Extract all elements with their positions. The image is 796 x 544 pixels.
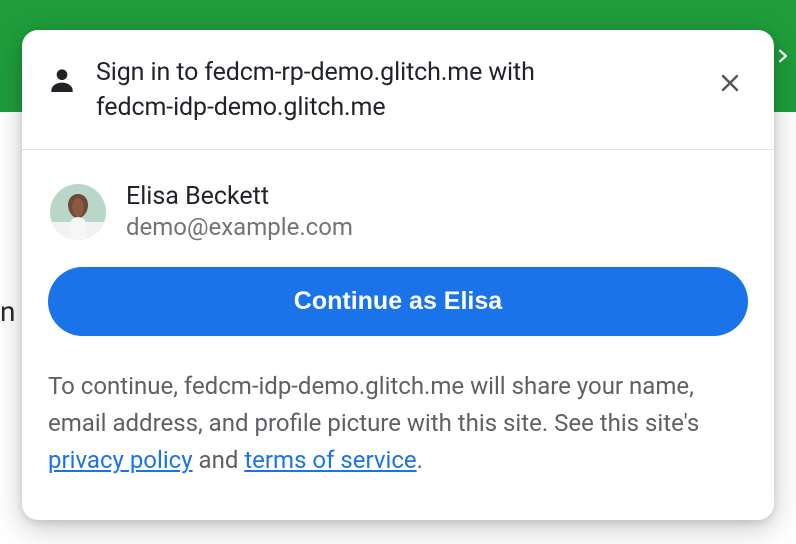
banner-chevron-glyph bbox=[774, 47, 792, 65]
disclosure-text: To continue, fedcm-idp-demo.glitch.me wi… bbox=[48, 368, 748, 480]
person-icon bbox=[46, 64, 78, 96]
close-button[interactable] bbox=[710, 64, 750, 104]
account-text: Elisa Beckett demo@example.com bbox=[126, 182, 353, 241]
dialog-header: Sign in to fedcm-rp-demo.glitch.me with … bbox=[22, 30, 774, 150]
dialog-body: Elisa Beckett demo@example.com Continue … bbox=[22, 150, 774, 520]
avatar bbox=[50, 184, 106, 240]
page-truncated-text: n bbox=[0, 295, 16, 328]
dialog-title-line2: fedcm-idp-demo.glitch.me bbox=[96, 93, 386, 122]
account-row[interactable]: Elisa Beckett demo@example.com bbox=[48, 182, 748, 267]
dialog-title: Sign in to fedcm-rp-demo.glitch.me with … bbox=[96, 56, 692, 125]
account-email: demo@example.com bbox=[126, 213, 353, 241]
fedcm-signin-dialog: Sign in to fedcm-rp-demo.glitch.me with … bbox=[22, 30, 774, 520]
disclosure-prefix: To continue, fedcm-idp-demo.glitch.me wi… bbox=[48, 372, 699, 437]
disclosure-suffix: . bbox=[417, 446, 423, 474]
continue-button[interactable]: Continue as Elisa bbox=[48, 267, 748, 336]
dialog-title-line1: Sign in to fedcm-rp-demo.glitch.me with bbox=[96, 58, 535, 87]
terms-of-service-link[interactable]: terms of service bbox=[244, 446, 416, 474]
privacy-policy-link[interactable]: privacy policy bbox=[48, 446, 193, 474]
close-icon bbox=[718, 71, 742, 98]
account-name: Elisa Beckett bbox=[126, 182, 353, 211]
disclosure-middle: and bbox=[193, 446, 245, 474]
